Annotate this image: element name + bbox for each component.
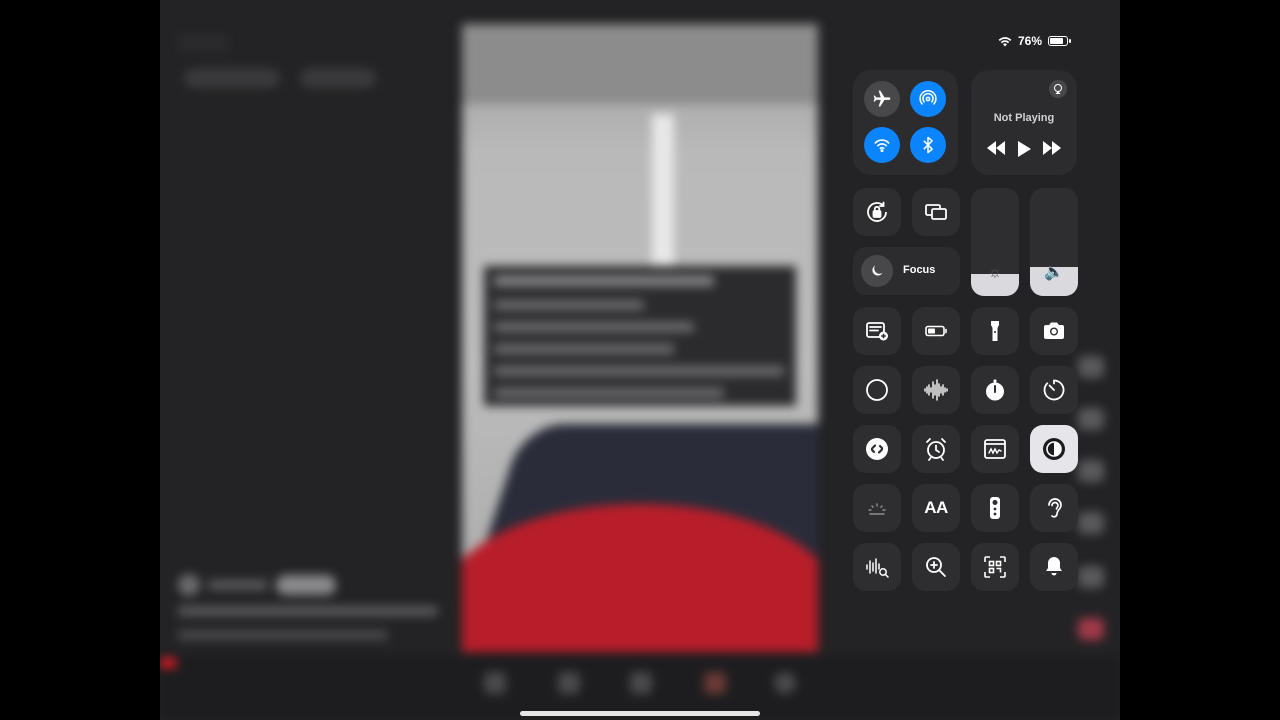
alarm-clock-icon bbox=[926, 438, 946, 461]
blurred-caption-card bbox=[484, 266, 796, 406]
quick-note-button[interactable] bbox=[853, 307, 901, 355]
dark-mode-icon bbox=[1043, 438, 1065, 460]
screen-mirroring-icon bbox=[925, 204, 947, 220]
bluetooth-toggle[interactable] bbox=[910, 127, 946, 163]
markup-button[interactable] bbox=[971, 425, 1019, 473]
camera-icon bbox=[1044, 322, 1064, 339]
bluetooth-icon bbox=[923, 136, 933, 154]
wifi-icon bbox=[874, 139, 890, 153]
dark-mode-button[interactable] bbox=[1030, 425, 1078, 473]
blurred-title-text: ░░░░░ bbox=[178, 34, 228, 50]
rewind-icon bbox=[987, 141, 1005, 155]
flashlight-button[interactable] bbox=[971, 307, 1019, 355]
orientation-lock-button[interactable] bbox=[853, 188, 901, 236]
orientation-lock-icon bbox=[867, 201, 887, 222]
voice-memos-button[interactable] bbox=[912, 366, 960, 414]
focus-label: Focus bbox=[903, 264, 936, 276]
stopwatch-icon bbox=[986, 379, 1004, 401]
play-button[interactable] bbox=[1016, 140, 1032, 163]
magnifier-icon bbox=[926, 557, 946, 577]
brightness-slider[interactable]: ☼ bbox=[971, 188, 1019, 296]
silent-mode-button[interactable] bbox=[1030, 543, 1078, 591]
status-bar: 76% bbox=[998, 34, 1071, 48]
volume-slider[interactable]: 🔈 bbox=[1030, 188, 1078, 296]
tv-remote-icon bbox=[990, 497, 1000, 519]
battery-low-power-icon bbox=[925, 325, 947, 337]
text-size-label: AA bbox=[924, 498, 948, 517]
night-shift-button[interactable] bbox=[853, 484, 901, 532]
code-scanner-button[interactable] bbox=[971, 543, 1019, 591]
low-power-mode-button[interactable] bbox=[912, 307, 960, 355]
airdrop-toggle[interactable] bbox=[910, 81, 946, 117]
airdrop-icon bbox=[919, 90, 937, 105]
screen-recording-button[interactable] bbox=[853, 366, 901, 414]
focus-button[interactable]: Focus bbox=[853, 247, 960, 295]
fast-forward-icon bbox=[1043, 141, 1061, 155]
battery-percent: 76% bbox=[1017, 34, 1042, 48]
speaker-icon: 🔈 bbox=[1044, 264, 1064, 281]
moon-icon bbox=[861, 255, 893, 287]
timer-icon bbox=[1043, 379, 1065, 401]
waveform-icon bbox=[924, 379, 948, 401]
ear-icon bbox=[1048, 498, 1062, 518]
wifi-status-icon bbox=[998, 36, 1012, 46]
sound-recognition-button[interactable] bbox=[853, 543, 901, 591]
fast-forward-button[interactable] bbox=[1042, 141, 1062, 160]
airplay-icon[interactable] bbox=[1049, 80, 1067, 98]
screen-record-icon bbox=[866, 379, 888, 401]
flashlight-icon bbox=[991, 321, 999, 341]
connectivity-module bbox=[853, 70, 958, 175]
play-icon bbox=[1018, 141, 1031, 157]
quick-note-icon bbox=[866, 322, 888, 341]
text-size-button[interactable]: AA bbox=[912, 484, 960, 532]
now-playing-module[interactable]: Not Playing bbox=[971, 70, 1077, 175]
now-playing-title: Not Playing bbox=[993, 112, 1055, 124]
camera-button[interactable] bbox=[1030, 307, 1078, 355]
battery-icon bbox=[1048, 36, 1071, 46]
sound-recognition-icon bbox=[866, 558, 889, 578]
screen-mirroring-button[interactable] bbox=[912, 188, 960, 236]
wifi-toggle[interactable] bbox=[864, 127, 900, 163]
magnifier-button[interactable] bbox=[912, 543, 960, 591]
home-indicator[interactable] bbox=[520, 711, 760, 716]
night-shift-icon bbox=[868, 503, 886, 515]
bell-icon bbox=[1046, 557, 1062, 576]
hearing-button[interactable] bbox=[1030, 484, 1078, 532]
qr-scanner-icon bbox=[984, 556, 1006, 578]
airplane-icon bbox=[873, 90, 891, 107]
rewind-button[interactable] bbox=[986, 141, 1006, 160]
shazam-button[interactable] bbox=[853, 425, 901, 473]
sun-icon: ☼ bbox=[987, 264, 1003, 281]
alarm-button[interactable] bbox=[912, 425, 960, 473]
stopwatch-button[interactable] bbox=[971, 366, 1019, 414]
apple-tv-remote-button[interactable] bbox=[971, 484, 1019, 532]
airplane-mode-toggle[interactable] bbox=[864, 81, 900, 117]
timer-button[interactable] bbox=[1030, 366, 1078, 414]
ipad-screen: ░░░░░ 76% Not Playing ☼ 🔈 Focus AA bbox=[160, 0, 1120, 720]
signature-window-icon bbox=[984, 439, 1006, 459]
shazam-icon bbox=[866, 438, 888, 460]
